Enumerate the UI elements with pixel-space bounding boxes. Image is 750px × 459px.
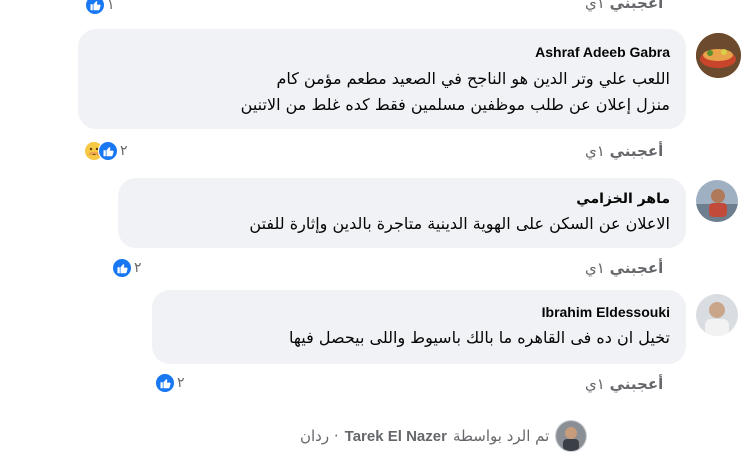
- like-link[interactable]: أعجبني: [610, 142, 664, 160]
- reaction-summary[interactable]: ١: [85, 0, 115, 16]
- reaction-count: ٢: [177, 375, 185, 391]
- comment-author[interactable]: Ashraf Adeeb Gabra: [535, 44, 670, 60]
- comment-text: الاعلان عن السكن على الهوية الدينية متاج…: [249, 214, 670, 233]
- timestamp[interactable]: ١ي: [585, 375, 605, 393]
- reaction-count: ٢: [120, 143, 128, 159]
- comment-text: تخيل ان ده فى القاهره ما بالك باسيوط وال…: [289, 328, 670, 347]
- view-replies-link[interactable]: تم الرد بواسطة Tarek El Nazer · ردان: [300, 420, 588, 452]
- comment-bubble: Ashraf Adeeb Gabra اللعب علي وتر الدين ه…: [78, 29, 686, 129]
- reaction-summary[interactable]: ٢: [84, 140, 128, 162]
- like-icon: [98, 141, 118, 161]
- like-icon: [155, 373, 175, 393]
- comment-bubble: Ibrahim Eldessouki تخيل ان ده فى القاهره…: [152, 290, 686, 364]
- reaction-summary[interactable]: ٢: [155, 372, 185, 394]
- top-comment-actions: أعجبني ١ي: [575, 0, 663, 12]
- reaction-summary[interactable]: ٢: [112, 257, 142, 279]
- comment-text: اللعب علي وتر الدين هو الناجح في الصعيد …: [276, 69, 670, 88]
- replies-count: · ردان: [300, 427, 339, 445]
- like-icon: [85, 0, 105, 15]
- timestamp[interactable]: ١ي: [585, 0, 605, 12]
- like-link[interactable]: أعجبني: [610, 375, 664, 393]
- timestamp[interactable]: ١ي: [585, 259, 605, 277]
- replies-prefix: تم الرد بواسطة: [452, 427, 550, 445]
- comment-author[interactable]: ماهر الخزامي: [576, 191, 670, 207]
- avatar: [555, 420, 588, 452]
- like-icon: [112, 258, 132, 278]
- reaction-count: ١: [107, 0, 115, 13]
- comment-actions: أعجبني ١ي: [575, 259, 663, 277]
- timestamp[interactable]: ١ي: [585, 142, 605, 160]
- replies-author: Tarek El Nazer: [344, 427, 447, 445]
- comment-actions: أعجبني ١ي: [575, 142, 663, 160]
- avatar[interactable]: [696, 33, 741, 78]
- reaction-count: ٢: [134, 260, 142, 276]
- like-link[interactable]: أعجبني: [610, 259, 664, 277]
- avatar[interactable]: [696, 180, 738, 222]
- comment-text: منزل إعلان عن طلب موظفين مسلمين فقط كده …: [240, 95, 670, 114]
- avatar[interactable]: [696, 294, 738, 336]
- like-link[interactable]: أعجبني: [610, 0, 664, 12]
- comment-author[interactable]: Ibrahim Eldessouki: [542, 304, 670, 320]
- comment-bubble: ماهر الخزامي الاعلان عن السكن على الهوية…: [118, 178, 686, 248]
- comment-actions: أعجبني ١ي: [575, 375, 663, 393]
